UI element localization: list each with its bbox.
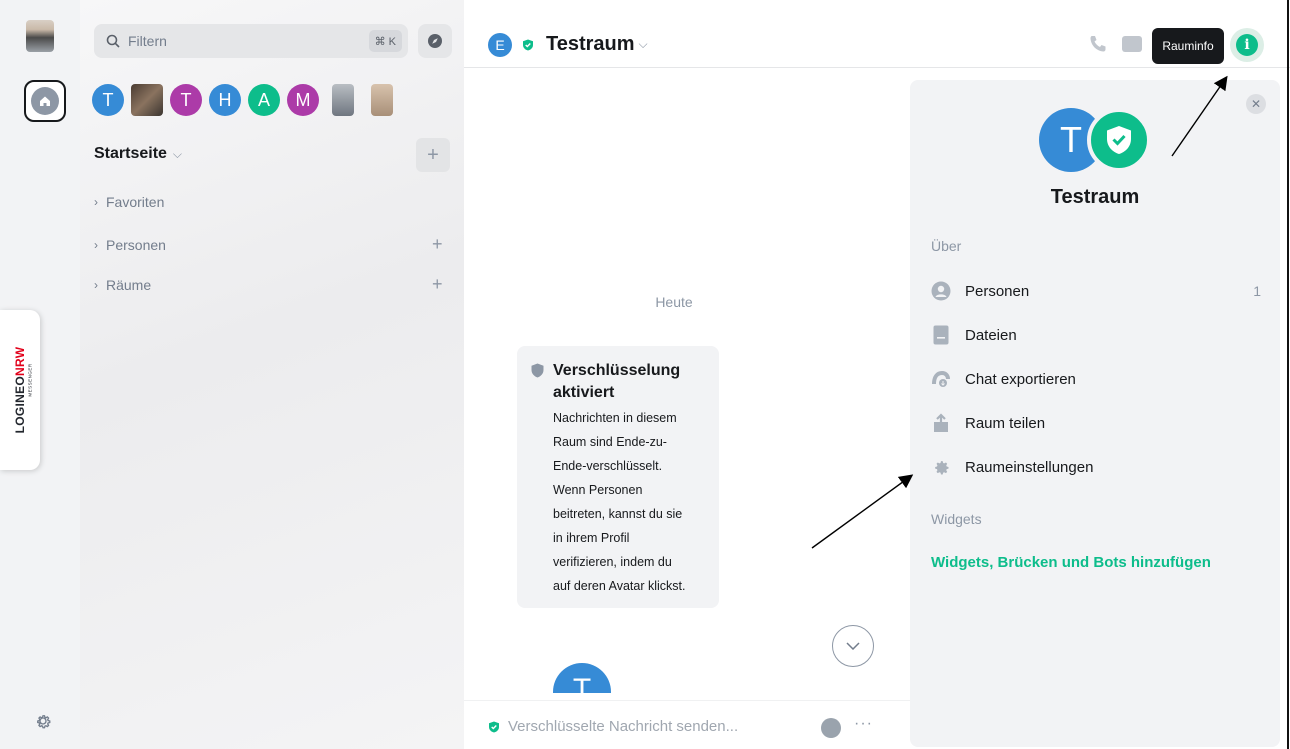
room-info-panel: ✕ T Testraum Über Personen 1 Dateien Cha… <box>910 80 1280 747</box>
section-rooms[interactable]: › Räume <box>94 277 151 293</box>
about-heading: Über <box>931 238 962 254</box>
room-list-panel: Filtern ⌘ K T T H A M Startseite ⌵ + › F… <box>80 0 464 749</box>
recent-room-avatar[interactable]: H <box>209 84 241 116</box>
chevron-down-icon: ⌵ <box>172 146 183 161</box>
room-info-name: Testraum <box>1050 186 1140 208</box>
user-avatar[interactable] <box>26 20 54 52</box>
section-people[interactable]: › Personen <box>94 237 166 253</box>
encryption-notice: Verschlüsselung aktiviert Nachrichten in… <box>517 346 719 608</box>
search-icon <box>106 34 120 48</box>
chevron-down-icon: ⌵ <box>638 37 648 51</box>
add-room-button[interactable]: + <box>416 138 450 172</box>
section-label: Personen <box>106 237 166 253</box>
recent-room-avatar[interactable] <box>131 84 163 116</box>
file-icon <box>931 325 951 345</box>
home-icon <box>31 87 59 115</box>
recent-room-avatar[interactable]: M <box>287 84 319 116</box>
verified-shield-icon <box>523 39 533 51</box>
shield-icon <box>531 363 544 378</box>
share-room-label: Raum teilen <box>965 414 1046 432</box>
image-border <box>1287 0 1289 749</box>
filter-placeholder: Filtern <box>128 33 167 49</box>
emoji-icon[interactable] <box>821 718 841 738</box>
chat-area: E Testraum ⌵ Rauminfo i Heute Verschlüss… <box>464 0 1290 749</box>
date-separator: Heute <box>655 294 693 310</box>
room-info-button[interactable]: i <box>1230 28 1264 62</box>
quick-settings-gear-icon[interactable] <box>34 712 52 730</box>
phone-icon[interactable] <box>1088 34 1108 54</box>
add-widgets-link[interactable]: Widgets, Brücken und Bots hinzufügen <box>931 554 1211 571</box>
video-call-icon[interactable] <box>1122 36 1142 52</box>
message-composer[interactable]: Verschlüsselte Nachricht senden... ··· <box>464 700 910 749</box>
add-person-button[interactable]: + <box>432 234 443 255</box>
recent-rooms-bar: T T H A M <box>92 84 393 118</box>
room-settings-label: Raumeinstellungen <box>965 458 1094 476</box>
room-settings-item[interactable]: Raumeinstellungen <box>931 455 1261 479</box>
filter-shortcut: ⌘ K <box>368 30 402 52</box>
section-label: Räume <box>106 277 152 293</box>
room-name: Testraum <box>546 33 635 55</box>
chevron-down-icon <box>846 642 860 650</box>
files-label: Dateien <box>965 326 1017 344</box>
filter-input[interactable]: Filtern ⌘ K <box>94 24 408 58</box>
compass-icon <box>428 34 442 48</box>
composer-placeholder: Verschlüsselte Nachricht senden... <box>508 718 739 735</box>
jump-to-bottom-button[interactable] <box>832 625 874 667</box>
explore-rooms-button[interactable] <box>418 24 452 58</box>
widgets-heading: Widgets <box>931 511 982 527</box>
chevron-right-icon: › <box>94 195 98 209</box>
recent-room-avatar[interactable]: T <box>170 84 202 116</box>
add-room-plus-button[interactable]: + <box>432 274 443 295</box>
share-icon <box>931 413 951 433</box>
chevron-right-icon: › <box>94 238 98 252</box>
encryption-title: Verschlüsselung aktiviert <box>553 362 681 401</box>
export-chat-item[interactable]: Chat exportieren <box>931 367 1261 391</box>
people-count: 1 <box>1253 283 1261 299</box>
recent-room-avatar[interactable]: T <box>92 84 124 116</box>
people-item[interactable]: Personen 1 <box>931 279 1261 303</box>
section-favorites[interactable]: › Favoriten <box>94 194 164 210</box>
recent-room-avatar[interactable] <box>332 84 354 116</box>
room-header: E Testraum ⌵ Rauminfo i <box>464 0 1290 68</box>
verified-shield-icon <box>489 721 499 733</box>
room-avatar[interactable]: E <box>488 33 512 57</box>
close-icon[interactable]: ✕ <box>1246 94 1266 114</box>
room-info-tooltip: Rauminfo <box>1152 28 1224 64</box>
share-room-item[interactable]: Raum teilen <box>931 411 1261 435</box>
brand-logo-sub: MESSENGER <box>27 363 33 397</box>
room-name-menu[interactable]: Testraum ⌵ <box>546 33 648 56</box>
recent-room-avatar[interactable]: A <box>248 84 280 116</box>
section-label: Favoriten <box>106 194 165 210</box>
home-space-button[interactable] <box>24 80 66 122</box>
chevron-right-icon: › <box>94 278 98 292</box>
files-item[interactable]: Dateien <box>931 323 1261 347</box>
person-icon <box>931 281 951 301</box>
home-menu[interactable]: Startseite ⌵ <box>94 145 182 163</box>
more-options-icon[interactable]: ··· <box>854 715 873 733</box>
encryption-body: Nachrichten in diesem Raum sind Ende-zu-… <box>553 411 686 593</box>
brand-logo: LOGINEONRW <box>13 346 27 434</box>
export-icon <box>931 369 951 389</box>
message-avatar[interactable]: T <box>553 663 611 693</box>
info-icon: i <box>1236 34 1258 56</box>
recent-room-avatar[interactable] <box>371 84 393 116</box>
gear-icon <box>931 457 951 477</box>
verified-shield-icon <box>1087 108 1151 172</box>
people-label: Personen <box>965 282 1030 300</box>
brand-tab: LOGINEONRW MESSENGER <box>0 310 40 470</box>
home-title: Startseite <box>94 145 167 162</box>
export-chat-label: Chat exportieren <box>965 370 1076 388</box>
